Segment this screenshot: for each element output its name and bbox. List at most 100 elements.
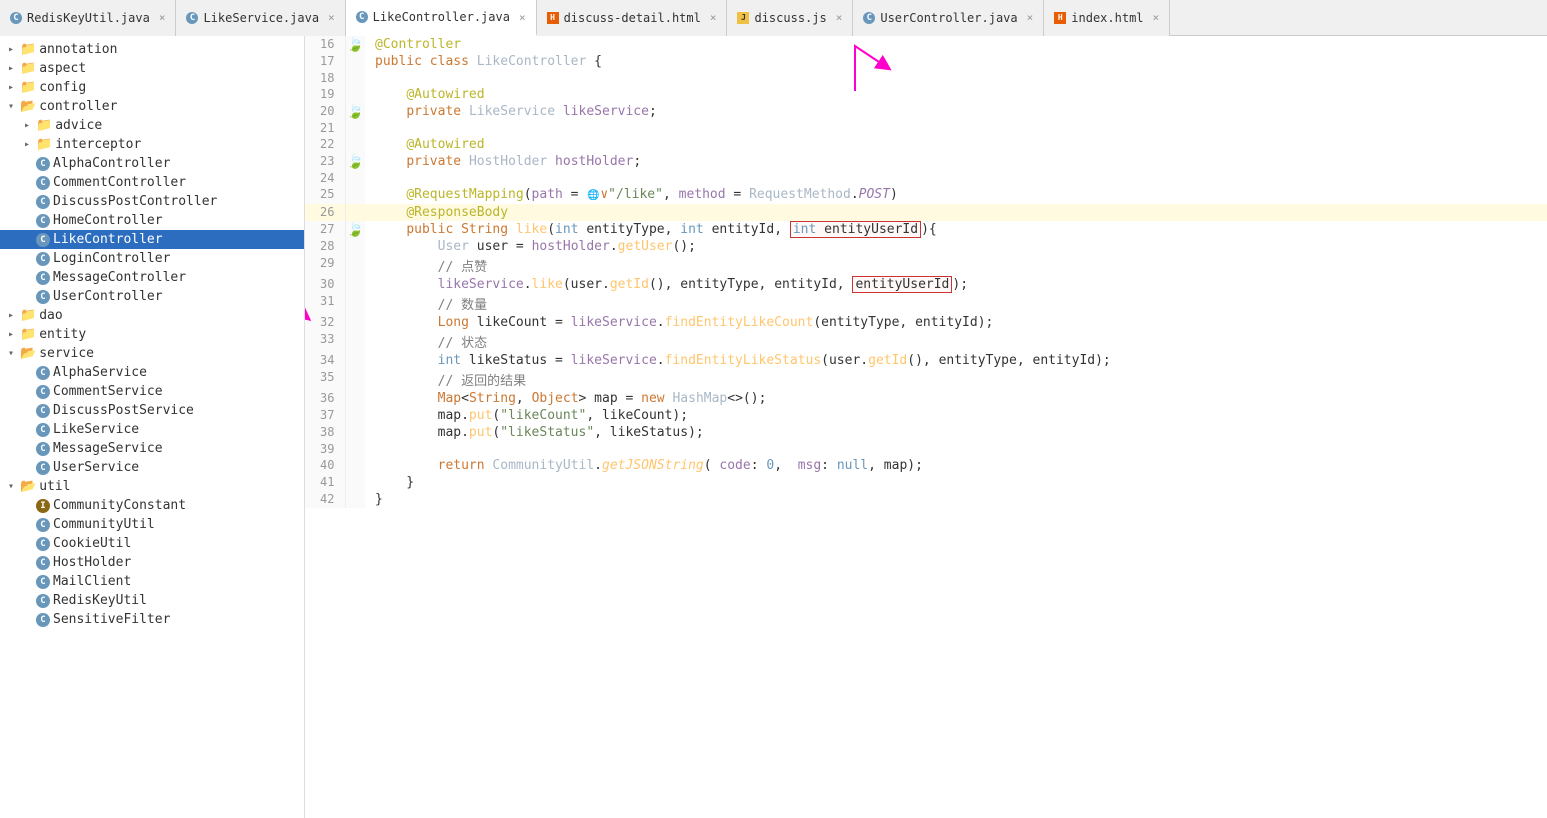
tab-close-likeservice[interactable]: × (328, 11, 335, 24)
sidebar-item-communityconstant[interactable]: I CommunityConstant (0, 496, 304, 515)
line-content-29: // 点赞 (365, 255, 1547, 276)
sidebar-item-homecontroller[interactable]: C HomeController (0, 211, 304, 230)
sidebar-item-entity[interactable]: 📁 entity (0, 325, 304, 344)
folder-icon-advice: 📁 (36, 118, 52, 133)
sidebar-item-service[interactable]: 📂 service (0, 344, 304, 363)
tab-discuss[interactable]: J discuss.js × (727, 0, 853, 36)
line-content-33: // 状态 (365, 331, 1547, 352)
gutter-21 (345, 120, 365, 136)
tab-close-likecontroller[interactable]: × (519, 11, 526, 24)
kw-return-40: return (438, 458, 485, 473)
sidebar-item-messageservice[interactable]: C MessageService (0, 439, 304, 458)
tab-close-redis[interactable]: × (159, 11, 166, 24)
tab-likeservice[interactable]: C LikeService.java × (176, 0, 345, 36)
sidebar-item-rediskeyutil[interactable]: C RedisKeyUtil (0, 591, 304, 610)
arrow-icon-entity (8, 329, 20, 340)
tab-redis[interactable]: C RedisKeyUtil.java × (0, 0, 176, 36)
sidebar-item-logincontroller[interactable]: C LoginController (0, 249, 304, 268)
sidebar-item-alphacontroller[interactable]: C AlphaController (0, 154, 304, 173)
sidebar-label-mailclient: MailClient (53, 574, 131, 589)
kw-private-23: private (406, 154, 461, 169)
kw-int-34: int (438, 353, 461, 368)
tab-usercontroller[interactable]: C UserController.java × (853, 0, 1044, 36)
sidebar-label-discusspostservice: DiscussPostService (53, 403, 194, 418)
var-likeservice-32: likeService (571, 315, 657, 330)
sidebar-item-interceptor[interactable]: 📁 interceptor (0, 135, 304, 154)
code-line-40: 40 return CommunityUtil.getJSONString( c… (305, 457, 1547, 474)
tab-close-usercontroller[interactable]: × (1027, 11, 1034, 24)
comment-count: // 数量 (438, 298, 487, 313)
code-line-28: 28 User user = hostHolder.getUser(); (305, 238, 1547, 255)
sidebar-item-likecontroller[interactable]: C LikeController (0, 230, 304, 249)
kw-public-17: public (375, 54, 422, 69)
file-icon-commentcontroller: C (36, 176, 50, 190)
string-like-path: "/like" (608, 187, 663, 202)
sidebar-item-messagecontroller[interactable]: C MessageController (0, 268, 304, 287)
sidebar-item-hostholder[interactable]: C HostHolder (0, 553, 304, 572)
line-number-31: 31 (305, 293, 345, 314)
line-content-30: likeService.like(user.getId(), entityTyp… (365, 276, 1547, 293)
arrow-icon-util (8, 481, 20, 492)
sidebar-item-annotation[interactable]: 📁 annotation (0, 40, 304, 59)
sidebar-item-util[interactable]: 📂 util (0, 477, 304, 496)
annotation-autowired-22: @Autowired (406, 137, 484, 152)
sidebar-item-userservice[interactable]: C UserService (0, 458, 304, 477)
sidebar-item-communityutil[interactable]: C CommunityUtil (0, 515, 304, 534)
sidebar-item-advice[interactable]: 📁 advice (0, 116, 304, 135)
line-number-26: 26 (305, 204, 345, 221)
gutter-40 (345, 457, 365, 474)
tab-close-discuss-detail[interactable]: × (710, 11, 717, 24)
tab-icon-discuss-detail: H (547, 12, 559, 24)
tab-likecontroller[interactable]: C LikeController.java × (346, 0, 537, 36)
code-line-20: 20 🍃 private LikeService likeService; (305, 103, 1547, 120)
file-icon-homecontroller: C (36, 214, 50, 228)
tab-discuss-detail[interactable]: H discuss-detail.html × (537, 0, 728, 36)
sidebar-item-cookieutil[interactable]: C CookieUtil (0, 534, 304, 553)
sidebar-item-dao[interactable]: 📁 dao (0, 306, 304, 325)
gutter-37 (345, 407, 365, 424)
sidebar-item-mailclient[interactable]: C MailClient (0, 572, 304, 591)
code-editor[interactable]: 16 🍃 @Controller 17 public class LikeCon… (305, 36, 1547, 818)
gutter-31 (345, 293, 365, 314)
sidebar-item-commentservice[interactable]: C CommentService (0, 382, 304, 401)
line-number-38: 38 (305, 424, 345, 441)
file-icon-alphaservice: C (36, 366, 50, 380)
file-icon-likeservice: C (36, 423, 50, 437)
sidebar-item-controller[interactable]: 📂 controller (0, 97, 304, 116)
var-hostholder-28: hostHolder (532, 239, 610, 254)
folder-icon-dao: 📁 (20, 308, 36, 323)
line-number-42: 42 (305, 491, 345, 508)
annotation-autowired-19: @Autowired (406, 87, 484, 102)
sidebar-item-commentcontroller[interactable]: C CommentController (0, 173, 304, 192)
sidebar-item-discusspostservice[interactable]: C DiscussPostService (0, 401, 304, 420)
kw-private-20: private (406, 104, 461, 119)
code-area[interactable]: 16 🍃 @Controller 17 public class LikeCon… (305, 36, 1547, 508)
sidebar-item-aspect[interactable]: 📁 aspect (0, 59, 304, 78)
sidebar-item-alphaservice[interactable]: C AlphaService (0, 363, 304, 382)
sidebar-item-sensitivefilter[interactable]: C SensitiveFilter (0, 610, 304, 629)
line-content-16: @Controller (365, 36, 1547, 53)
kw-int-27b: int (680, 222, 703, 237)
tab-index[interactable]: H index.html × (1044, 0, 1170, 36)
gutter-24 (345, 170, 365, 186)
gutter-29 (345, 255, 365, 276)
arrow-icon-interceptor (24, 139, 36, 150)
sidebar-item-discusspostcontroller[interactable]: C DiscussPostController (0, 192, 304, 211)
gutter-41 (345, 474, 365, 491)
sidebar-item-likeservice[interactable]: C LikeService (0, 420, 304, 439)
sidebar-label-alphacontroller: AlphaController (53, 156, 170, 171)
sidebar-label-likecontroller: LikeController (53, 232, 163, 247)
folder-icon-entity: 📁 (20, 327, 36, 342)
sidebar-item-config[interactable]: 📁 config (0, 78, 304, 97)
sidebar-label-logincontroller: LoginController (53, 251, 170, 266)
tab-close-discuss[interactable]: × (836, 11, 843, 24)
kw-string-36: String (469, 391, 516, 406)
string-likecount: "likeCount" (500, 408, 586, 423)
tab-close-index[interactable]: × (1153, 11, 1160, 24)
code-line-24: 24 (305, 170, 1547, 186)
sidebar-item-usercontroller[interactable]: C UserController (0, 287, 304, 306)
line-content-39 (365, 441, 1547, 457)
method-getid-30: getId (610, 277, 649, 292)
line-content-17: public class LikeController { (365, 53, 1547, 70)
line-number-30: 30 (305, 276, 345, 293)
